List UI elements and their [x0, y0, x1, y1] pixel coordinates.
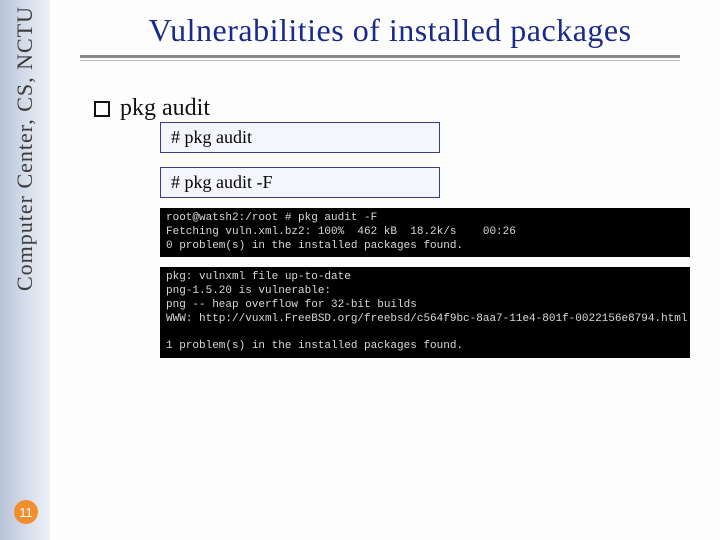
term1-line1: root@watsh2:/root # pkg audit -F: [166, 212, 377, 224]
command-box-1: # pkg audit: [160, 122, 440, 153]
title-rule-thick: [80, 55, 680, 58]
term1-line3: 0 problem(s) in the installed packages f…: [166, 240, 463, 252]
bullet-label: pkg audit: [120, 95, 210, 122]
term2-line4: WWW: http://vuxml.FreeBSD.org/freebsd/c5…: [166, 313, 688, 325]
cursor-icon: [463, 340, 470, 352]
terminal-block-1: root@watsh2:/root # pkg audit -F Fetchin…: [160, 208, 690, 257]
sidebar-label: Computer Center, CS, NCTU: [12, 6, 38, 291]
page-number: 11: [19, 505, 33, 520]
command-text-1: # pkg audit: [171, 127, 252, 147]
page-title: Vulnerabilities of installed packages: [70, 12, 710, 49]
command-text-2: # pkg audit -F: [171, 172, 273, 192]
term2-line1: pkg: vulnxml file up-to-date: [166, 271, 351, 283]
bullet-square-icon: [94, 101, 110, 117]
term1-line2: Fetching vuln.xml.bz2: 100% 462 kB 18.2k…: [166, 226, 516, 238]
slide-root: Computer Center, CS, NCTU 11 Vulnerabili…: [0, 0, 720, 540]
sidebar: Computer Center, CS, NCTU: [0, 0, 50, 540]
term2-line3: png -- heap overflow for 32-bit builds: [166, 299, 417, 311]
term2-line2: png-1.5.20 is vulnerable:: [166, 285, 331, 297]
title-rule-thin: [80, 60, 680, 61]
command-box-2: # pkg audit -F: [160, 167, 440, 198]
term2-line6: 1 problem(s) in the installed packages f…: [166, 340, 463, 352]
bullet-item: pkg audit: [94, 95, 710, 122]
content-area: Vulnerabilities of installed packages pk…: [70, 0, 710, 540]
terminal-block-2: pkg: vulnxml file up-to-date png-1.5.20 …: [160, 267, 690, 358]
cursor-icon: [463, 240, 470, 252]
sidebar-label-wrap: Computer Center, CS, NCTU: [12, 6, 38, 291]
page-number-badge: 11: [14, 500, 38, 524]
